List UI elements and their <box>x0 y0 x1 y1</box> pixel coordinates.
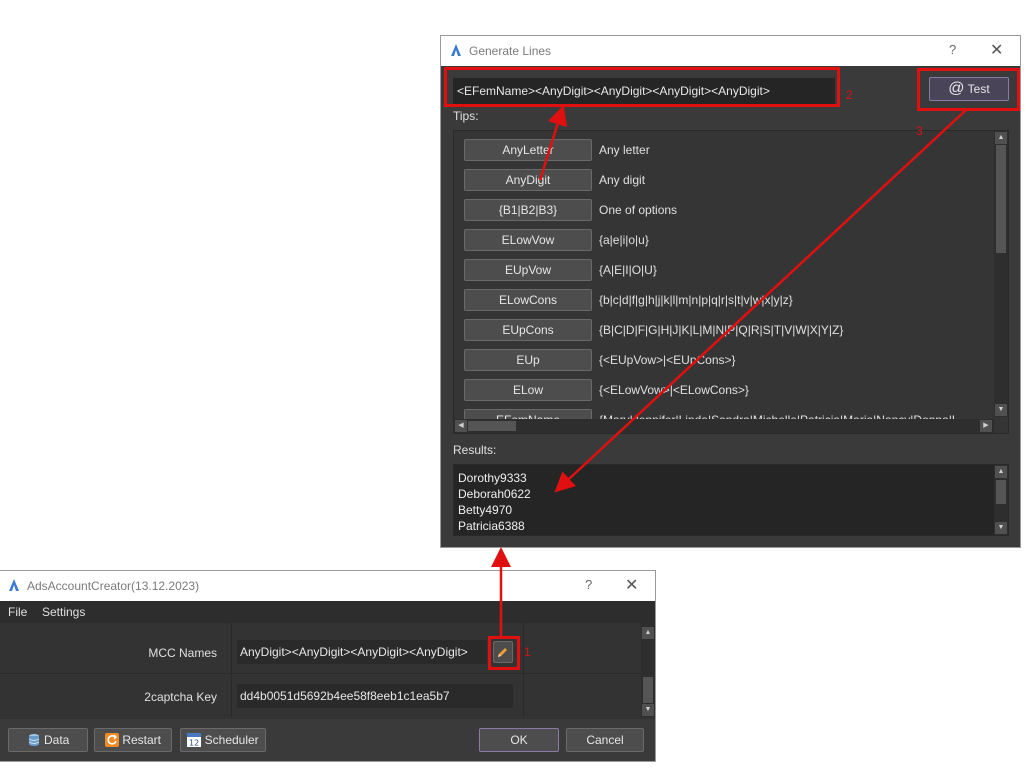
annotation-number-2: 2 <box>846 88 853 102</box>
tip-button[interactable]: EUp <box>464 349 592 371</box>
settings-scroll-down-icon[interactable]: ▼ <box>642 704 654 716</box>
tip-button[interactable]: {B1|B2|B3} <box>464 199 592 221</box>
title-bar: Generate Lines ? ✕ <box>441 36 1020 66</box>
main-window-title: AdsAccountCreator(13.12.2023) <box>27 579 200 593</box>
restart-button[interactable]: Restart <box>94 728 172 752</box>
settings-scroll-up-icon[interactable]: ▲ <box>642 627 654 639</box>
settings-table: MCC Names AnyDigit><AnyDigit><AnyDigit><… <box>0 623 655 719</box>
help-button[interactable]: ? <box>949 42 956 57</box>
tip-button[interactable]: EUpCons <box>464 319 592 341</box>
highlight-test-button <box>917 68 1020 111</box>
generate-lines-window: Generate Lines ? ✕ <EFemName><AnyDigit><… <box>440 35 1021 548</box>
ads-account-creator-window: AdsAccountCreator(13.12.2023) ? ✕ File S… <box>0 570 656 762</box>
tip-description: {b|c|d|f|g|h|j|k|l|m|n|p|q|r|s|t|v|w|x|y… <box>599 293 793 307</box>
main-app-logo-icon <box>9 579 19 591</box>
bottom-bar: Data Restart 12 Scheduler OK Cancel <box>0 719 655 761</box>
tip-description: {<EUpVow>|<EUpCons>} <box>599 353 736 367</box>
tip-button[interactable]: ELowCons <box>464 289 592 311</box>
captcha-key-input[interactable]: dd4b0051d5692b4ee58f8eeb1c1ea5b7 <box>237 684 513 708</box>
scroll-right-arrow-icon[interactable]: ▶ <box>980 420 992 432</box>
tip-description: Any digit <box>599 173 646 187</box>
result-line: Dorothy9333 <box>458 471 527 485</box>
results-scrollbar[interactable]: ▲ ▼ <box>994 465 1008 535</box>
tip-button[interactable]: AnyDigit <box>464 169 592 191</box>
mcc-names-input[interactable]: AnyDigit><AnyDigit><AnyDigit><AnyDigit> <box>237 640 487 664</box>
annotation-number-3: 3 <box>916 124 923 138</box>
settings-scrollbar[interactable]: ▲ ▼ <box>641 623 655 717</box>
tip-description: One of options <box>599 203 678 217</box>
database-icon <box>28 734 39 746</box>
main-title-bar: AdsAccountCreator(13.12.2023) ? ✕ <box>0 571 655 601</box>
result-line: Betty4970 <box>458 503 513 517</box>
results-label: Results: <box>453 443 497 457</box>
annotation-number-1: 1 <box>524 645 531 659</box>
tips-label: Tips: <box>453 109 479 123</box>
results-scroll-thumb[interactable] <box>996 480 1006 504</box>
tip-description: {A|E|I|O|U} <box>599 263 657 277</box>
scheduler-button-label: Scheduler <box>204 733 259 747</box>
results-scroll-down-icon[interactable]: ▼ <box>995 522 1007 534</box>
tip-button[interactable]: AnyLetter <box>464 139 592 161</box>
ok-button[interactable]: OK <box>479 728 559 752</box>
restart-icon <box>104 733 119 747</box>
menu-file[interactable]: File <box>8 605 27 619</box>
mcc-names-label: MCC Names <box>148 646 217 660</box>
tip-description: {<ELowVow>|<ELowCons>} <box>599 383 749 397</box>
scroll-left-arrow-icon[interactable]: ◀ <box>455 420 467 432</box>
results-lines: Dorothy9333 Deborah0622 Betty4970 Patricia6… <box>458 470 531 534</box>
data-button[interactable]: Data <box>8 728 88 752</box>
result-line: Deborah0622 <box>458 487 531 501</box>
tips-list: AnyLetter Any letter AnyDigit Any digit {B1|… <box>453 130 1009 434</box>
tips-horizontal-scrollbar[interactable]: ◀ ▶ <box>454 419 994 433</box>
tip-button[interactable]: EUpVow <box>464 259 592 281</box>
window-title: Generate Lines <box>469 44 552 58</box>
scroll-down-arrow-icon[interactable]: ▼ <box>995 404 1007 416</box>
main-close-button[interactable]: ✕ <box>625 575 638 595</box>
menu-bar: File Settings <box>0 601 655 623</box>
result-line: Patricia6388 <box>458 519 525 533</box>
tip-button[interactable]: ELowVow <box>464 229 592 251</box>
highlight-pattern-input <box>444 67 840 107</box>
app-logo-icon <box>451 44 461 56</box>
captcha-key-label: 2captcha Key <box>144 690 217 704</box>
svg-text:12: 12 <box>189 739 199 748</box>
cancel-button[interactable]: Cancel <box>566 728 644 752</box>
highlight-edit-button <box>488 636 520 670</box>
tip-description: {a|e|i|o|u} <box>599 233 649 247</box>
tip-description: {B|C|D|F|G|H|J|K|L|M|N|P|Q|R|S|T|V|W|X|Y… <box>599 323 844 337</box>
menu-settings[interactable]: Settings <box>42 605 85 619</box>
tip-button[interactable]: ELow <box>464 379 592 401</box>
results-scroll-up-icon[interactable]: ▲ <box>995 466 1007 478</box>
results-box[interactable]: Dorothy9333 Deborah0622 Betty4970 Patricia6… <box>453 464 1009 536</box>
h-scroll-thumb[interactable] <box>468 421 516 431</box>
scroll-thumb[interactable] <box>996 145 1006 253</box>
main-help-button[interactable]: ? <box>585 577 592 592</box>
calendar-icon: 12 <box>187 733 202 748</box>
tips-vertical-scrollbar[interactable]: ▲ ▼ <box>994 131 1008 417</box>
scheduler-button[interactable]: 12 Scheduler <box>180 728 266 752</box>
restart-button-label: Restart <box>122 733 162 747</box>
data-button-label: Data <box>43 733 70 747</box>
scroll-up-arrow-icon[interactable]: ▲ <box>995 132 1007 144</box>
close-button[interactable]: ✕ <box>990 40 1003 60</box>
tip-description: Any letter <box>599 143 650 157</box>
settings-scroll-thumb[interactable] <box>643 677 653 703</box>
